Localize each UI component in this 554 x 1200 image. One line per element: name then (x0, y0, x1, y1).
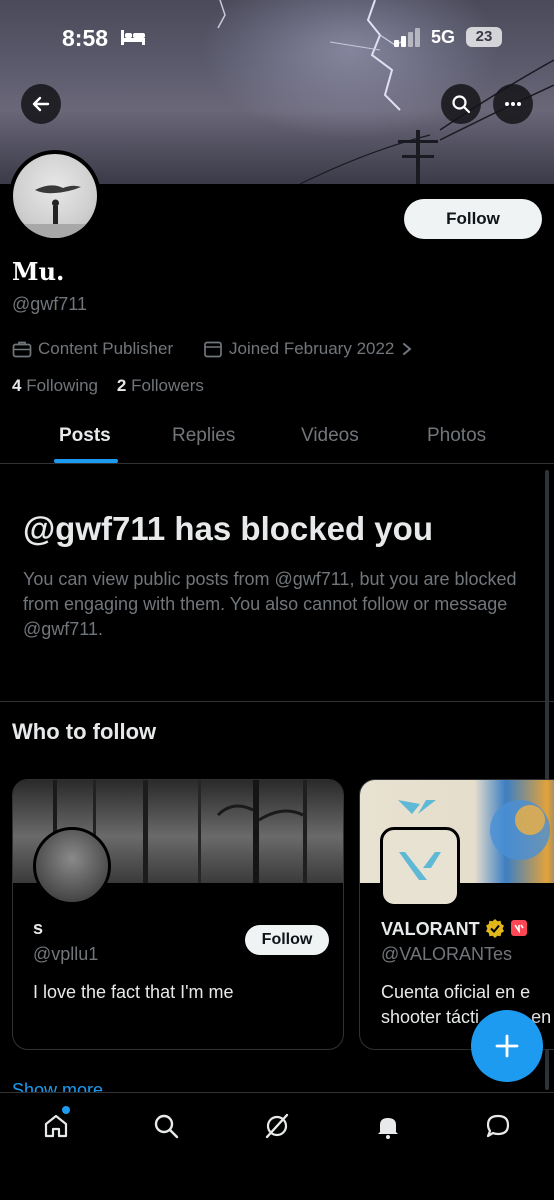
search-button[interactable] (441, 84, 481, 124)
tab-replies[interactable]: Replies (172, 425, 235, 447)
card-handle: @VALORANTes (381, 944, 512, 964)
battery-indicator: 23 (466, 27, 502, 47)
bottom-navigation (0, 1092, 554, 1200)
nav-search[interactable] (151, 1111, 181, 1141)
suggestion-card[interactable] (12, 779, 344, 1050)
notification-dot (62, 1106, 70, 1114)
tab-photos[interactable]: Photos (427, 425, 486, 447)
more-options-button[interactable] (493, 84, 533, 124)
avatar-image (13, 185, 97, 238)
tab-videos[interactable]: Videos (301, 425, 359, 447)
category-label: Content Publisher (38, 339, 174, 358)
profile-tabs: Posts Replies Videos Photos (0, 410, 554, 464)
search-icon (154, 1114, 179, 1139)
profile-category: Content Publisher (12, 339, 173, 359)
profile-avatar[interactable] (9, 150, 101, 242)
section-divider (0, 701, 554, 702)
back-button[interactable] (21, 84, 61, 124)
card-avatar[interactable] (33, 827, 111, 905)
nav-home[interactable] (41, 1111, 71, 1141)
card-avatar[interactable] (380, 827, 460, 907)
search-icon (452, 95, 471, 114)
joined-label: Joined February 2022 (229, 339, 395, 358)
blocked-description: You can view public posts from @gwf711, … (23, 569, 517, 639)
more-horizontal-icon (505, 102, 521, 106)
follow-stats: 4 Following 2 Followers (12, 376, 204, 396)
tab-posts[interactable]: Posts (59, 425, 111, 447)
home-icon (44, 1114, 68, 1138)
joined-date[interactable]: Joined February 2022 (203, 339, 420, 359)
card-name: VALORANT (381, 918, 528, 940)
grok-icon (265, 1113, 289, 1139)
nav-grok[interactable] (262, 1111, 292, 1141)
plus-icon (495, 1034, 519, 1058)
clock: 8:58 (62, 25, 109, 51)
who-to-follow-title: Who to follow (12, 719, 157, 744)
card-handle: @vpllu1 (33, 944, 99, 964)
card-follow-button[interactable]: Follow (245, 925, 329, 955)
network-type: 5G (431, 27, 456, 47)
arrow-left-icon (32, 96, 50, 112)
cellular-signal-icon (394, 28, 420, 47)
card-name: s (33, 918, 44, 938)
profile-handle: @gwf711 (12, 294, 87, 314)
nav-messages[interactable] (483, 1111, 513, 1141)
valorant-logo-icon (399, 852, 441, 880)
compose-post-button[interactable] (471, 1010, 543, 1082)
message-icon (486, 1114, 510, 1138)
nav-notifications[interactable] (373, 1111, 403, 1141)
card-bio: I love the fact that I'm me (33, 982, 234, 1002)
followers-link[interactable]: 2 Followers (117, 376, 204, 395)
card-bio: Cuenta oficial en e (381, 982, 531, 1002)
blocked-title: @gwf711 has blocked you (23, 510, 433, 547)
status-bar: 8:58 5G 23 (0, 0, 554, 76)
sleep-focus-icon (121, 30, 145, 45)
affiliate-badge-icon (510, 920, 527, 936)
following-link[interactable]: 4 Following (12, 376, 98, 395)
follow-button[interactable]: Follow (404, 199, 542, 239)
active-tab-indicator (54, 459, 118, 463)
verified-badge-icon (485, 919, 504, 938)
bell-icon (378, 1118, 398, 1139)
chevron-right-icon (403, 343, 412, 355)
profile-name: Mu. (12, 257, 65, 286)
calendar-icon (204, 341, 222, 358)
briefcase-icon (12, 341, 32, 358)
